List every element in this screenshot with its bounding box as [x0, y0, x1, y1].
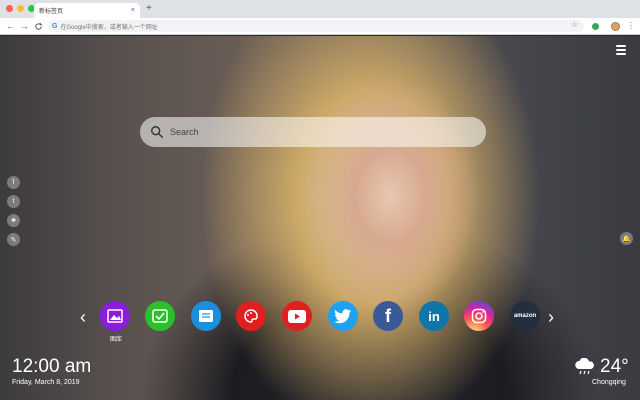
browser-toolbar: ← → G 在Google中搜索，或者输入一个网址 ☆ ⋮	[0, 18, 640, 35]
shortcut-check[interactable]	[145, 301, 175, 331]
shortcut-facebook[interactable]: f	[373, 301, 403, 331]
new-tab-button[interactable]: +	[146, 3, 152, 15]
cloud-rain-icon	[575, 358, 594, 375]
wechat-share-icon[interactable]: ✎	[7, 233, 20, 246]
browser-menu-icon[interactable]: ⋮	[627, 20, 635, 32]
search-input[interactable]	[170, 127, 470, 137]
reload-icon[interactable]	[34, 20, 43, 34]
clock-date: Friday, March 8, 2019	[12, 379, 80, 386]
shortcut-gallery-label: 图库	[110, 337, 123, 343]
shortcut-amazon[interactable]: amazon	[510, 301, 540, 331]
notification-bell-icon[interactable]: 🔔	[620, 232, 633, 245]
shortcut-paint[interactable]	[236, 301, 266, 331]
forward-icon[interactable]: →	[20, 20, 29, 32]
youtube-icon	[288, 309, 306, 323]
notes-icon	[199, 310, 213, 322]
address-bar-placeholder: 在Google中搜索，或者输入一个网址	[60, 24, 158, 31]
new-tab-page: f t ♣ ✎ 🔔 ‹ › f in	[0, 36, 640, 400]
shortcuts-next-arrow[interactable]: ›	[548, 308, 554, 326]
clock-time: 12:00 am	[12, 356, 92, 377]
shortcut-instagram[interactable]	[464, 301, 494, 331]
shortcut-gallery[interactable]	[100, 301, 130, 331]
linkedin-icon: in	[428, 308, 440, 324]
search-box[interactable]	[140, 117, 486, 147]
shortcut-youtube[interactable]	[282, 301, 312, 331]
weather-temperature: 24°	[600, 356, 629, 377]
window-controls	[6, 5, 35, 12]
weather-city: Chongqing	[592, 379, 626, 386]
twitter-icon	[334, 308, 352, 323]
twitter-share-icon[interactable]: t	[7, 195, 20, 208]
checkbox-icon	[152, 309, 168, 323]
close-window-button[interactable]	[6, 5, 13, 12]
palette-icon	[244, 309, 258, 323]
tab-title: 新标签页	[39, 9, 64, 15]
social-sidebar: f t ♣ ✎	[7, 176, 20, 246]
facebook-icon: f	[385, 305, 391, 326]
bookmark-star-icon[interactable]: ☆	[571, 20, 578, 29]
shortcuts-prev-arrow[interactable]: ‹	[80, 308, 86, 326]
image-icon	[107, 309, 123, 323]
shortcut-notes[interactable]	[191, 301, 221, 331]
minimize-window-button[interactable]	[17, 5, 24, 12]
tab-new-tab[interactable]: 新标签页 ×	[34, 3, 140, 18]
tab-bar: 新标签页 × +	[0, 0, 640, 18]
shortcuts-row: f in amazon	[100, 301, 540, 341]
extension-icon[interactable]	[592, 23, 599, 30]
facebook-share-icon[interactable]: f	[7, 176, 20, 189]
google-icon: G	[52, 22, 58, 30]
profile-avatar[interactable]	[611, 22, 620, 31]
shortcut-linkedin[interactable]: in	[419, 301, 449, 331]
snapchat-share-icon[interactable]: ♣	[7, 214, 20, 227]
back-icon[interactable]: ←	[6, 20, 15, 32]
amazon-icon: amazon	[513, 313, 537, 319]
address-bar[interactable]: G 在Google中搜索，或者输入一个网址 ☆	[48, 20, 584, 32]
instagram-icon	[471, 308, 487, 324]
search-icon	[151, 126, 163, 138]
hamburger-menu-icon[interactable]	[616, 45, 626, 57]
tab-close-icon[interactable]: ×	[131, 7, 135, 14]
shortcut-twitter[interactable]	[328, 301, 358, 331]
